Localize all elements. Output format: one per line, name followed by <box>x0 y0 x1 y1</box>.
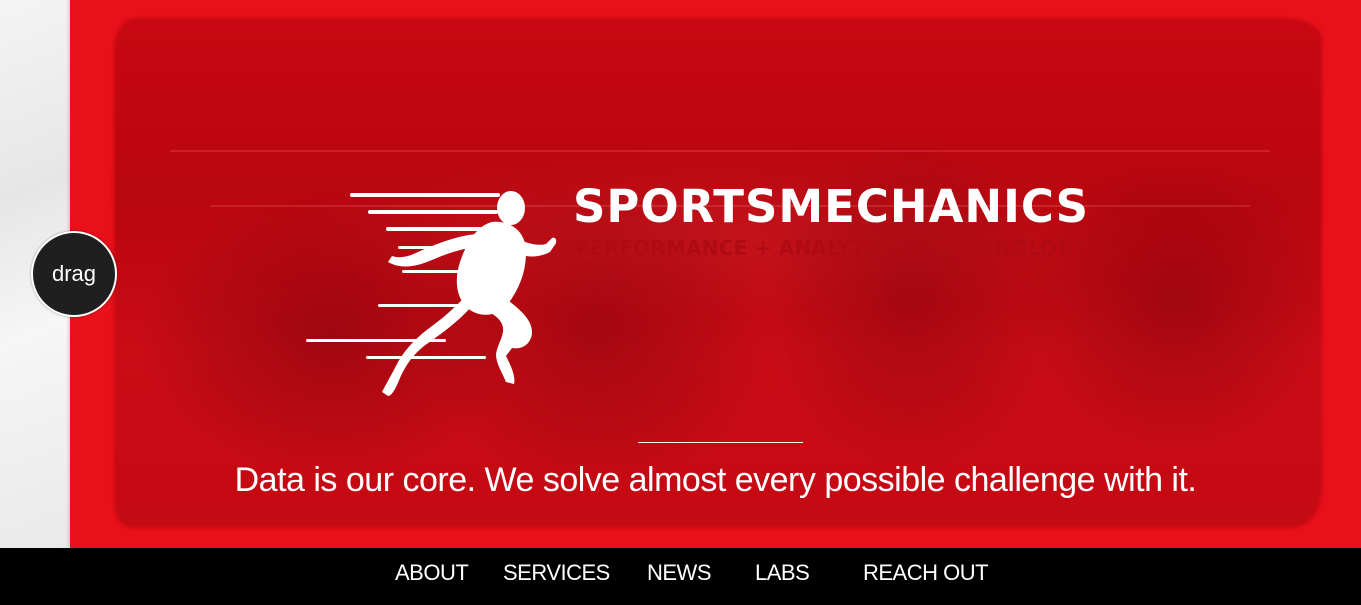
hero-divider <box>638 442 803 443</box>
nav-item-news[interactable]: NEWS <box>647 560 712 586</box>
background-stadium-line <box>170 150 1270 152</box>
brand-name: SPORTSMECHANICS <box>573 180 1090 233</box>
brand-tagline: PERFORMANCE + ANALYTICS + TECHNOLOGY <box>575 236 1089 260</box>
main-navigation: ABOUT SERVICES NEWS LABS REACH OUT <box>0 548 1361 605</box>
nav-item-about[interactable]: ABOUT <box>395 560 469 586</box>
nav-item-reach-out[interactable]: REACH OUT <box>863 560 989 586</box>
nav-item-labs[interactable]: LABS <box>755 560 810 586</box>
running-athlete-icon <box>306 191 557 396</box>
hero-background-image <box>114 18 1322 528</box>
drag-button[interactable]: drag <box>31 231 117 317</box>
hero-headline: Data is our core. We solve almost every … <box>234 461 1197 499</box>
hero-banner: SPORTSMECHANICS PERFORMANCE + ANALYTICS … <box>70 0 1361 548</box>
nav-item-services[interactable]: SERVICES <box>503 560 610 586</box>
